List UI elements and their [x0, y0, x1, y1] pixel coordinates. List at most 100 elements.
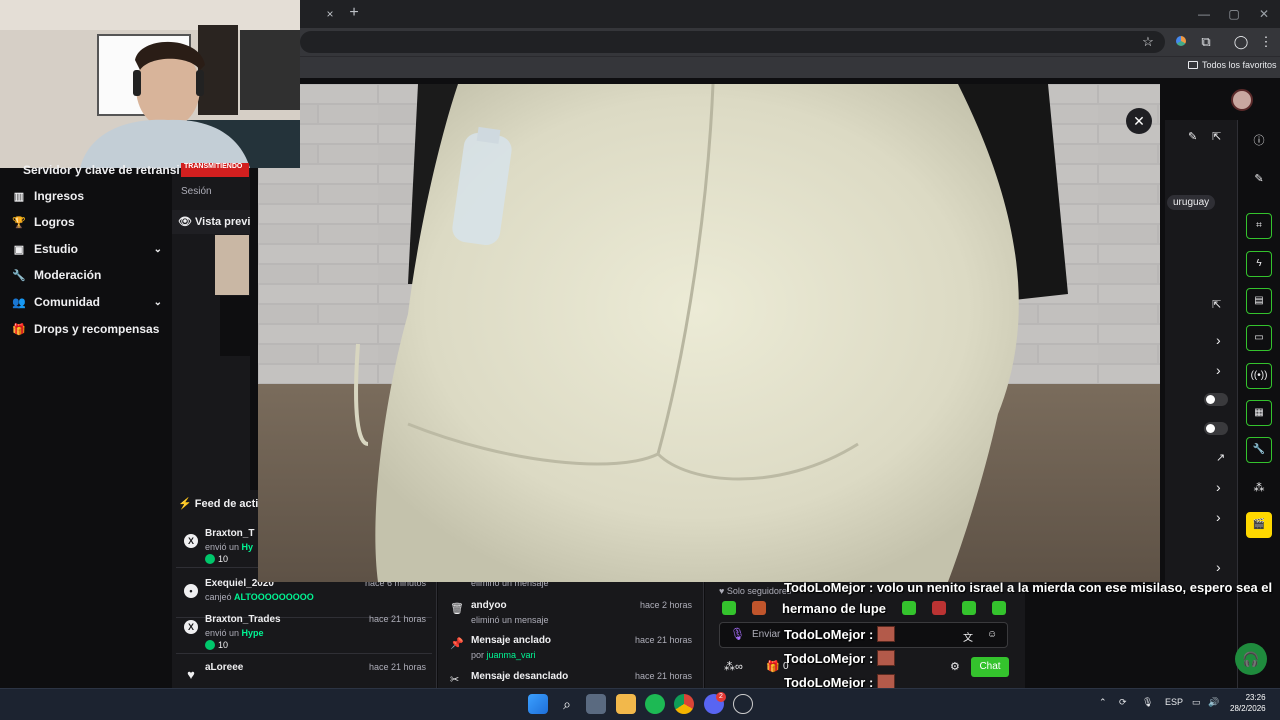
viewer-close-button[interactable]: ✕	[1126, 108, 1152, 134]
lightning-icon[interactable]: ϟ	[1246, 251, 1272, 277]
sidebar-item-drops[interactable]: 🎁 Drops y recompensas	[12, 317, 162, 341]
feed-user[interactable]: Braxton_T	[205, 528, 254, 539]
network-icon[interactable]: ▭	[1192, 697, 1201, 708]
user-avatar[interactable]	[1231, 89, 1253, 111]
new-tab-button[interactable]: +	[345, 4, 363, 22]
chart-icon[interactable]: ↗	[1216, 451, 1225, 464]
window-close-button[interactable]: ✕	[1254, 5, 1274, 23]
emote-icon[interactable]	[752, 601, 766, 615]
image-viewer[interactable]	[258, 84, 1160, 582]
all-bookmarks-label: Todos los favoritos	[1202, 60, 1277, 70]
emote-icon[interactable]	[962, 601, 976, 615]
webcam-overlay	[0, 0, 300, 168]
browser-menu-icon[interactable]: ⋮	[1257, 33, 1275, 51]
points-icon[interactable]: ⁂	[1250, 479, 1268, 497]
chevron-right-icon[interactable]: ›	[1216, 559, 1221, 575]
layout-icon[interactable]: ▦	[1246, 400, 1272, 426]
folder-icon[interactable]	[616, 694, 636, 714]
emote-icon[interactable]	[902, 601, 916, 615]
stream-key-heading: Servidor y clave de retransi	[23, 163, 180, 177]
emoji-icon[interactable]: ☺	[987, 629, 997, 640]
settings-gear-icon[interactable]: ⚙	[950, 660, 960, 673]
feed-desc-highlight: Hype	[241, 628, 264, 638]
mod-row-time: hace 2 horas	[639, 600, 692, 610]
tag-chip[interactable]: uruguay	[1167, 195, 1216, 210]
sidebar-item-estudio[interactable]: ▣ Estudio ⌄	[12, 237, 162, 261]
mod-row-sub-user[interactable]: juanma_vari	[487, 650, 536, 660]
clip-icon[interactable]: ⌗	[1246, 213, 1272, 239]
sync-icon[interactable]: ⟳	[1119, 697, 1127, 708]
sidebar-item-label: Comunidad	[34, 295, 100, 309]
pencil-icon[interactable]: ✎	[1250, 170, 1268, 188]
help-headset-icon[interactable]: 🎧	[1235, 643, 1267, 675]
language-indicator[interactable]: ESP	[1165, 697, 1183, 707]
edit-icon[interactable]: ✎	[1188, 130, 1197, 143]
feed-item[interactable]: X Braxton_Trades hace 21 horas envió un …	[176, 610, 432, 654]
viewer-photo	[258, 84, 1160, 582]
store-icon[interactable]	[586, 694, 606, 714]
popout-icon[interactable]: ⇱	[1212, 298, 1221, 311]
overlay-chat-user: TodoLoMejor	[784, 627, 866, 642]
omnibox[interactable]	[300, 31, 1165, 53]
system-clock[interactable]: 23:26 28/2/2026	[1230, 692, 1266, 714]
sidebar-item-logros[interactable]: 🏆 Logros	[12, 210, 162, 234]
clapper-icon[interactable]: 🎬	[1246, 512, 1272, 538]
profile-icon[interactable]: ◯	[1232, 33, 1250, 51]
tab-close-button[interactable]: ×	[322, 6, 338, 22]
sidebar-item-moderacion[interactable]: 🔧 Moderación	[12, 263, 162, 287]
sidebar-item-comunidad[interactable]: 👥 Comunidad ⌄	[12, 290, 162, 314]
toggle-switch[interactable]	[1204, 393, 1228, 406]
app-icon[interactable]	[733, 694, 753, 714]
translate-icon[interactable]: 文	[963, 629, 973, 644]
chat-send-button[interactable]: Chat	[971, 657, 1009, 677]
feed-desc-highlight: Hy	[241, 542, 254, 552]
chevron-right-icon[interactable]: ›	[1216, 332, 1221, 348]
preview-thumbnail[interactable]	[215, 235, 249, 295]
minimize-button[interactable]: —	[1194, 5, 1214, 23]
overlay-chat-message: TodoLoMejor :	[784, 650, 896, 666]
sidebar-item-ingresos[interactable]: ▥ Ingresos	[12, 184, 162, 208]
broadcast-icon[interactable]: ((•))	[1246, 363, 1272, 389]
extensions-puzzle-icon[interactable]: ⧉	[1197, 33, 1215, 51]
volume-icon[interactable]: 🔊	[1208, 697, 1219, 708]
gift-icon[interactable]: 🎁	[766, 660, 780, 673]
chevron-down-icon[interactable]: ⌄	[154, 244, 162, 255]
maximize-button[interactable]: ▢	[1224, 5, 1244, 23]
search-icon[interactable]: ⌕	[557, 694, 577, 714]
feed-desc-highlight: ALTOOOOOOOOO	[234, 592, 314, 602]
toggle-switch[interactable]	[1204, 422, 1228, 435]
overlay-chat-message: TodoLoMejor :	[784, 626, 896, 642]
all-bookmarks-link[interactable]: Todos los favoritos	[1188, 60, 1277, 70]
heart-icon: ♥	[719, 586, 727, 596]
feed-item[interactable]: ♥ aLoreee hace 21 horas	[176, 658, 432, 688]
popout-icon[interactable]: ⇱	[1212, 130, 1221, 143]
feed-desc: envió un Hype	[205, 628, 264, 638]
mod-row[interactable]: 🗑 andyoo eliminó un mensaje hace 2 horas	[444, 598, 698, 632]
microphone-icon[interactable]: 🎙	[1142, 697, 1153, 708]
preview-mini-nav	[220, 296, 250, 356]
tray-chevron-icon[interactable]: ⌃	[1099, 697, 1107, 708]
emote-icon[interactable]	[992, 601, 1006, 615]
emote-icon[interactable]	[722, 601, 736, 615]
chevron-down-icon[interactable]: ⌄	[154, 297, 162, 308]
document-icon[interactable]: ▤	[1246, 288, 1272, 314]
emote-icon[interactable]	[932, 601, 946, 615]
wrench-icon[interactable]: 🔧	[1246, 437, 1272, 463]
chrome-icon[interactable]	[674, 694, 694, 714]
info-icon[interactable]: ⓘ	[1250, 132, 1268, 150]
feed-user[interactable]: Braxton_Trades	[205, 614, 281, 625]
points-icon[interactable]: ⁂∞	[724, 660, 743, 673]
chevron-right-icon[interactable]: ›	[1216, 479, 1221, 495]
chevron-right-icon[interactable]: ›	[1216, 362, 1221, 378]
extension-color-icon[interactable]	[1172, 33, 1190, 51]
chat-bubble-icon[interactable]: ▭	[1246, 325, 1272, 351]
feed-user[interactable]: aLoreee	[205, 662, 243, 673]
bookmark-star-icon[interactable]: ☆	[1139, 33, 1157, 51]
chevron-right-icon[interactable]: ›	[1216, 509, 1221, 525]
mic-icon[interactable]: 🎙	[730, 627, 745, 641]
start-icon[interactable]	[528, 694, 548, 714]
spotify-icon[interactable]	[645, 694, 665, 714]
clock-date: 28/2/2026	[1230, 704, 1266, 713]
mod-row[interactable]: 📌 Mensaje anclado por juanma_vari hace 2…	[444, 633, 698, 667]
chat-mode-label: ♥ Solo seguidores	[719, 586, 791, 596]
